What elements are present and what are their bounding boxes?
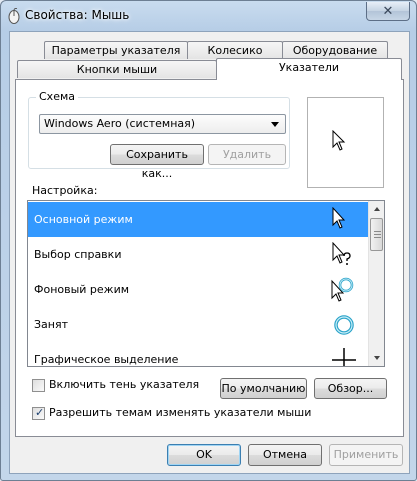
chevron-up-icon — [374, 207, 380, 211]
scroll-down-button[interactable] — [369, 349, 384, 366]
shadow-checkbox[interactable] — [32, 379, 45, 392]
tab-pointers[interactable]: Указатели — [216, 58, 402, 80]
save-as-button[interactable]: Сохранить как... — [110, 144, 204, 180]
working-in-background-cursor-icon — [331, 277, 354, 302]
close-button[interactable]: ✕ — [366, 2, 410, 21]
tab-buttons[interactable]: Кнопки мыши — [17, 60, 217, 78]
help-cursor-icon — [332, 242, 351, 265]
cursor-preview — [307, 97, 384, 188]
dialog-window: Свойства: Мышь ✕ Параметры указателя Кол… — [0, 0, 417, 481]
mouse-icon — [8, 8, 20, 24]
chevron-down-icon — [374, 356, 380, 360]
dialog-client-area: Параметры указателя Колесико Оборудовани… — [9, 31, 410, 474]
cursor-list-scrollbar[interactable] — [368, 201, 384, 366]
list-item-precision-select[interactable]: Графическое выделение — [28, 342, 369, 366]
default-button[interactable]: По умолчанию — [220, 378, 307, 399]
delete-button[interactable]: Удалить — [208, 144, 286, 165]
shadow-label[interactable]: Включить тень указателя — [49, 378, 199, 391]
precision-select-cursor-icon — [332, 348, 356, 366]
arrow-cursor-icon — [332, 207, 346, 229]
list-item-busy[interactable]: Занят — [28, 307, 369, 342]
list-item-working-in-background[interactable]: Фоновый режим — [28, 272, 369, 307]
browse-button[interactable]: Обзор... — [314, 378, 387, 399]
cursor-list[interactable]: Основной режим Выбор справки Фоновый реж… — [27, 200, 385, 367]
scheme-legend: Схема — [36, 90, 78, 103]
scheme-select-value: Windows Aero (системная) — [44, 117, 196, 130]
window-title: Свойства: Мышь — [25, 8, 130, 22]
tab-hardware[interactable]: Оборудование — [282, 41, 388, 59]
scheme-select[interactable]: Windows Aero (системная) — [39, 114, 286, 134]
ok-button[interactable]: OK — [167, 444, 241, 466]
busy-cursor-icon — [334, 315, 354, 335]
apply-button[interactable]: Применить — [329, 444, 403, 466]
checkmark-icon: ✓ — [35, 406, 45, 419]
cancel-button[interactable]: Отмена — [248, 444, 322, 466]
arrow-cursor-icon — [332, 130, 346, 151]
themes-checkbox[interactable]: ✓ — [32, 406, 45, 420]
list-item-normal-select[interactable]: Основной режим — [28, 202, 369, 237]
title-bar[interactable]: Свойства: Мышь ✕ — [1, 1, 416, 31]
tab-pointer-options[interactable]: Параметры указателя — [44, 41, 188, 59]
list-item-help-select[interactable]: Выбор справки — [28, 237, 369, 272]
themes-label[interactable]: Разрешить темам изменять указатели мыши — [49, 406, 311, 419]
scroll-thumb[interactable] — [370, 218, 383, 251]
chevron-down-icon — [271, 122, 279, 127]
tab-wheel[interactable]: Колесико — [187, 41, 283, 59]
close-icon: ✕ — [382, 3, 394, 19]
customize-label: Настройка: — [32, 184, 98, 197]
scroll-up-button[interactable] — [369, 201, 384, 218]
